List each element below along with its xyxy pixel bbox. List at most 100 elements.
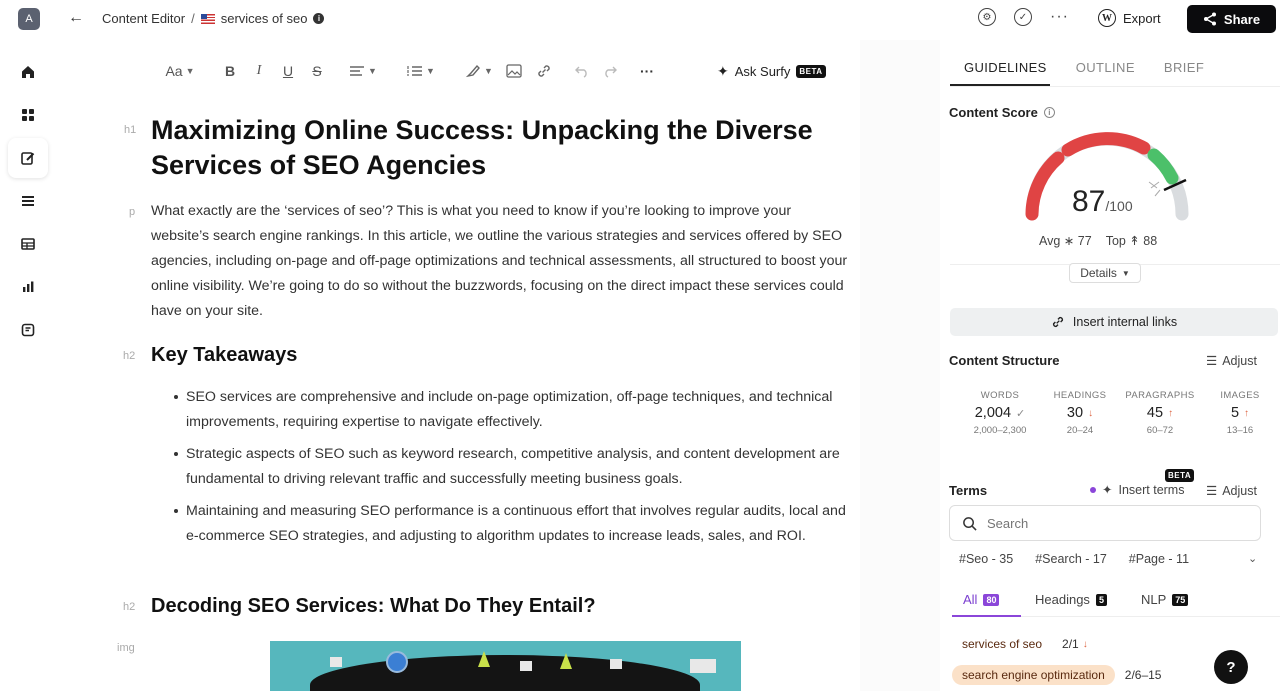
beta-badge: BETA: [796, 64, 826, 78]
document-title[interactable]: services of seo: [221, 11, 308, 26]
terms-search-input[interactable]: [987, 515, 1227, 531]
nav-content-editor[interactable]: [8, 138, 48, 178]
insert-link-button[interactable]: [535, 59, 553, 83]
help-button[interactable]: ?: [1214, 650, 1248, 684]
ask-surfy-button[interactable]: ✦ Ask Surfy BETA: [717, 63, 826, 80]
adjust-structure-button[interactable]: ☰ Adjust: [1206, 353, 1257, 369]
more-options-icon[interactable]: ···: [1050, 8, 1069, 26]
list-item[interactable]: Strategic aspects of SEO such as keyword…: [174, 442, 856, 492]
link-icon: [538, 65, 550, 77]
tab-outline[interactable]: OUTLINE: [1076, 60, 1135, 75]
sliders-icon: ☰: [1206, 354, 1218, 368]
tree-shape: [560, 653, 572, 669]
nav-apps[interactable]: [8, 95, 48, 135]
insert-image-button[interactable]: [505, 59, 523, 83]
metric-value: 30 ↓: [1040, 405, 1120, 421]
score-number: 87: [1072, 185, 1106, 218]
details-button[interactable]: Details ▼: [1069, 263, 1141, 283]
underline-button[interactable]: U: [280, 59, 296, 83]
term-row[interactable]: search engine optimization 2/6–15: [952, 665, 1161, 685]
subtab-nlp[interactable]: NLP 75: [1141, 592, 1189, 607]
guidelines-panel: GUIDELINES OUTLINE BRIEF Content Score i…: [940, 40, 1280, 691]
subtab-all[interactable]: All 80: [963, 592, 1000, 607]
info-icon[interactable]: i: [313, 13, 325, 24]
export-button[interactable]: W Export: [1098, 9, 1161, 27]
highlighter-icon: [465, 64, 480, 78]
ordered-list-icon: [407, 66, 423, 76]
nav-table[interactable]: [8, 224, 48, 264]
align-dropdown[interactable]: ▼: [345, 59, 381, 83]
arrow-up-icon: ↑: [1168, 407, 1174, 419]
list-dropdown[interactable]: ▼: [403, 59, 439, 83]
subtab-label: Headings: [1035, 592, 1090, 607]
term-row[interactable]: services of seo 2/1 ↓: [952, 634, 1088, 654]
subtab-headings[interactable]: Headings 5: [1035, 592, 1107, 607]
chevron-down-icon: ▼: [426, 66, 435, 76]
content-score-title: Content Score i: [949, 105, 1055, 120]
share-label: Share: [1223, 11, 1261, 27]
insert-terms-button[interactable]: ✦ Insert terms: [1090, 482, 1184, 497]
strikethrough-button[interactable]: S: [309, 59, 325, 83]
adjust-terms-button[interactable]: ☰ Adjust: [1206, 483, 1257, 499]
list-icon: [22, 196, 34, 206]
document-h1[interactable]: Maximizing Online Success: Unpacking the…: [151, 113, 851, 183]
check-circle-icon[interactable]: ✓: [1014, 8, 1032, 26]
intro-paragraph[interactable]: What exactly are the ‘services of seo’? …: [151, 199, 851, 324]
top-bar: A ← Content Editor / services of seo i ⚙…: [0, 0, 1280, 38]
bold-button[interactable]: B: [222, 59, 238, 83]
breadcrumb-root[interactable]: Content Editor: [102, 11, 185, 26]
heading-key-takeaways[interactable]: Key Takeaways: [151, 344, 297, 367]
workspace-avatar[interactable]: A: [18, 8, 40, 30]
breadcrumb-separator: /: [191, 11, 195, 26]
tab-divider: [950, 86, 1280, 87]
bar-chart-icon: [23, 281, 34, 292]
list-item[interactable]: SEO services are comprehensive and inclu…: [174, 385, 856, 435]
nav-analytics[interactable]: [8, 267, 48, 307]
chevron-down-icon: ▼: [185, 66, 195, 76]
metric-label: PARAGRAPHS: [1125, 390, 1195, 401]
italic-button[interactable]: I: [251, 59, 267, 83]
article-image[interactable]: [270, 641, 741, 691]
insert-internal-links-button[interactable]: Insert internal links: [950, 308, 1278, 336]
undo-button[interactable]: [573, 59, 591, 83]
home-icon: [22, 66, 34, 78]
metric-words: WORDS 2,004 ✓ 2,000–2,300: [960, 390, 1040, 436]
tab-guidelines[interactable]: GUIDELINES: [964, 60, 1047, 75]
back-arrow-icon[interactable]: ←: [68, 9, 84, 27]
highlight-dropdown[interactable]: ▼: [461, 59, 497, 83]
block-tag-p: p: [129, 206, 136, 218]
nav-lists[interactable]: [8, 181, 48, 221]
active-tab-indicator: [950, 84, 1050, 86]
term-count: 2/6–15: [1124, 668, 1162, 682]
redo-button[interactable]: [601, 59, 619, 83]
top-score: Top ↟ 88: [1106, 233, 1158, 248]
top-actions: ⚙ ✓ ···: [978, 8, 1069, 26]
content-score-value: 87/100: [1072, 185, 1133, 219]
check-icon: ✓: [1016, 407, 1026, 420]
gauge-marker-lines: [1148, 181, 1161, 197]
subtab-label: All: [963, 592, 978, 607]
chip-search[interactable]: #Search - 17: [1035, 552, 1107, 566]
info-icon[interactable]: i: [1043, 107, 1055, 118]
insert-terms-label: Insert terms: [1118, 482, 1185, 497]
tab-brief[interactable]: BRIEF: [1164, 60, 1204, 75]
nav-docs[interactable]: [8, 310, 48, 350]
chip-page[interactable]: #Page - 11: [1129, 552, 1189, 566]
list-item[interactable]: Maintaining and measuring SEO performanc…: [174, 499, 856, 549]
share-icon: [1203, 12, 1216, 26]
chevron-down-icon[interactable]: ⌄: [1248, 552, 1257, 565]
more-tools-button[interactable]: ···: [637, 59, 657, 83]
share-button[interactable]: Share: [1187, 5, 1276, 33]
term-count: 2/1: [1062, 637, 1079, 651]
subtab-label: NLP: [1141, 592, 1167, 607]
doc-icon: [21, 323, 35, 337]
breadcrumb: Content Editor / services of seo i: [102, 11, 325, 26]
font-style-dropdown[interactable]: Aa ▼: [160, 59, 200, 83]
heading-decoding-seo[interactable]: Decoding SEO Services: What Do They Enta…: [151, 595, 596, 618]
metric-value: 2,004 ✓: [960, 405, 1040, 421]
nav-home[interactable]: [8, 52, 48, 92]
chip-seo[interactable]: #Seo - 35: [959, 552, 1013, 566]
chevron-down-icon: ▼: [484, 66, 493, 76]
chevron-down-icon: ▼: [1121, 268, 1130, 278]
settings-gear-icon[interactable]: ⚙: [978, 8, 996, 26]
